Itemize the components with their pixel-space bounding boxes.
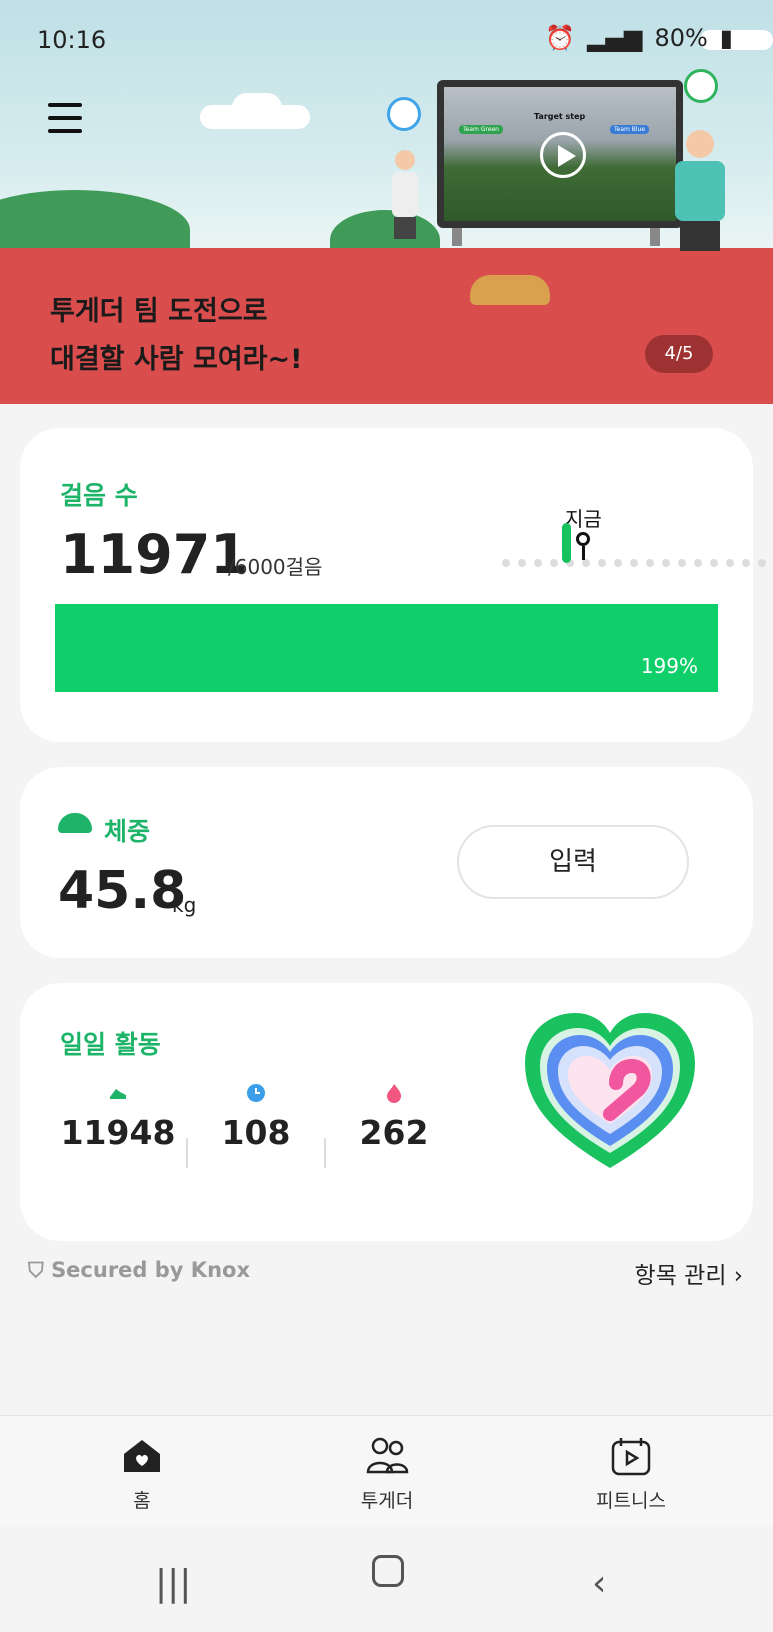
team-green-label: Team Green [459, 125, 503, 134]
home-button-icon[interactable] [372, 1555, 404, 1587]
daily-steps-stat: 11948 [48, 1083, 188, 1152]
video-calendar-icon [611, 1438, 651, 1476]
steps-percent: 199% [640, 654, 698, 678]
daily-steps-value: 11948 [60, 1113, 176, 1152]
screen-title: Target step [534, 112, 586, 121]
manage-items-label: 항목 관리 [634, 1263, 727, 1289]
weight-title: 체중 [104, 817, 151, 846]
weight-value: 45.8 [58, 861, 187, 921]
dog-illustration [470, 275, 550, 305]
steps-goal: /6000걸음 [228, 555, 323, 579]
daily-activity-card[interactable]: 일일 활동 11948 108 262 [20, 983, 753, 1241]
current-hour-bar [562, 523, 571, 563]
knox-text: Secured by Knox [51, 1258, 250, 1282]
battery-percent: 80% [654, 24, 708, 52]
billboard-leg [650, 226, 660, 246]
hourly-dots [502, 559, 773, 567]
page-indicator: 4/5 [645, 335, 713, 373]
steps-count: 11971 [60, 523, 248, 586]
banner-line-2: 대결할 사람 모여라~! [50, 344, 303, 375]
menu-icon[interactable] [48, 103, 82, 133]
daily-minutes-value: 108 [221, 1113, 291, 1152]
steps-card[interactable]: 걸음 수 11971 /6000걸음 지금 199% [20, 428, 766, 742]
home-icon [124, 1440, 160, 1472]
billboard-leg [452, 226, 462, 246]
play-icon[interactable] [540, 132, 586, 178]
nav-together[interactable]: 투게더 [312, 1436, 462, 1513]
nav-fitness[interactable]: 피트니스 [556, 1436, 706, 1513]
avatar [387, 97, 421, 131]
flame-icon [387, 1084, 401, 1103]
team-blue-label: Team Blue [610, 125, 650, 134]
daily-activity-title: 일일 활동 [60, 1030, 161, 1059]
battery-icon: ▮ [719, 24, 733, 52]
steps-title: 걸음 수 [60, 481, 138, 510]
cloud-decoration [232, 93, 282, 123]
banner-headline: 투게더 팀 도전으로 대결할 사람 모여라~! [50, 288, 302, 384]
avatar [684, 69, 718, 103]
chevron-right-icon: › [733, 1263, 743, 1289]
activity-heart-icon [525, 1013, 695, 1168]
weight-card[interactable]: 체중 45.8 kg 입력 [20, 767, 753, 958]
back-icon[interactable]: ‹ [592, 1563, 606, 1604]
recent-apps-icon[interactable]: ||| [155, 1563, 191, 1604]
daily-calories-stat: 262 [324, 1083, 464, 1152]
shield-icon: ⛉ [28, 1258, 44, 1282]
system-navigation: ||| ‹ [0, 1525, 773, 1632]
knox-security-label: ⛉ Secured by Knox [28, 1258, 250, 1283]
video-billboard[interactable]: Target step Team Green Team Blue [437, 80, 683, 228]
daily-minutes-stat: 108 [186, 1083, 326, 1152]
nav-home[interactable]: 홈 [67, 1436, 217, 1513]
people-icon [366, 1437, 409, 1474]
banner-line-1: 투게더 팀 도전으로 [50, 296, 268, 327]
steps-progress-bar: 199% [55, 604, 718, 692]
nav-together-label: 투게더 [360, 1490, 414, 1512]
weight-unit: kg [172, 893, 197, 917]
location-pin-icon [576, 532, 590, 560]
nav-fitness-label: 피트니스 [596, 1490, 666, 1512]
nav-home-label: 홈 [133, 1490, 151, 1512]
steps-progress-fill [55, 604, 718, 692]
status-time: 10:16 [37, 26, 107, 54]
signal-icon: ▂▄▆ [587, 24, 643, 52]
clock-icon [247, 1084, 265, 1102]
weight-input-button[interactable]: 입력 [457, 825, 689, 899]
bottom-navigation: 홈 투게더 피트니스 [0, 1415, 773, 1525]
person-illustration [670, 130, 730, 305]
promo-banner[interactable]: 10:16 ⏰ ▂▄▆ 80% ▮ Target step Team Green… [0, 0, 773, 404]
status-bar: 10:16 ⏰ ▂▄▆ 80% ▮ [0, 0, 773, 80]
runner-illustration [385, 150, 425, 270]
shoe-icon [110, 1089, 126, 1099]
daily-calories-value: 262 [359, 1113, 429, 1152]
alarm-icon: ⏰ [545, 24, 576, 52]
manage-items-link[interactable]: 항목 관리 › [635, 1256, 743, 1290]
